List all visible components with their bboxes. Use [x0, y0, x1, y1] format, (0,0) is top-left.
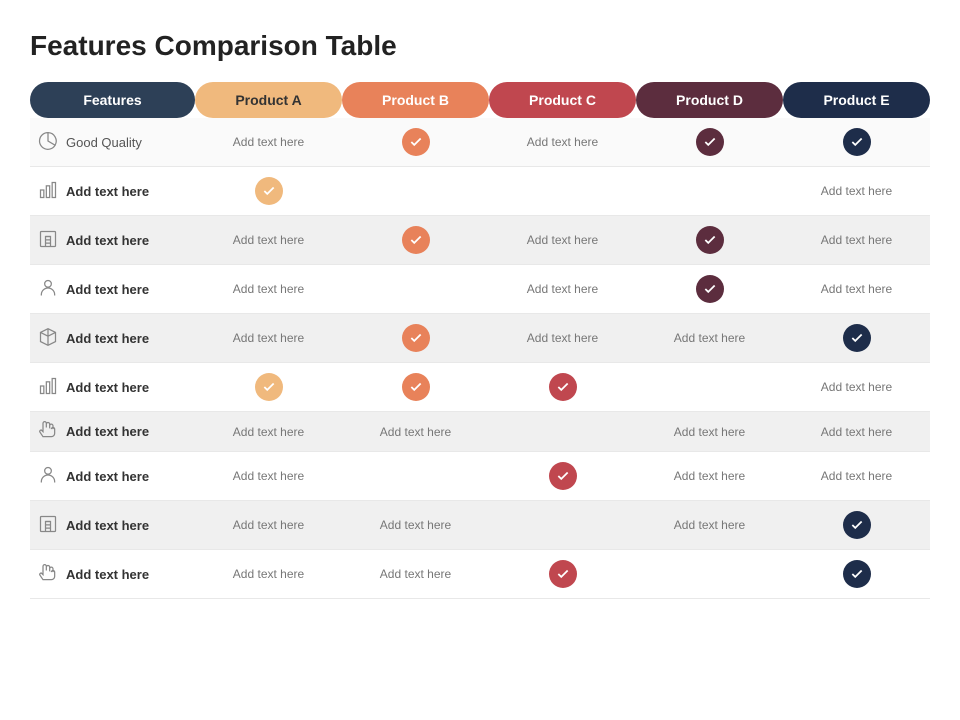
table-cell: Add text here: [783, 265, 930, 314]
table-cell: Add text here: [783, 167, 930, 216]
table-cell: Add text here: [489, 216, 636, 265]
bar-chart-icon: [38, 376, 58, 399]
hand-icon: [38, 563, 58, 586]
pie-chart-icon: [38, 131, 58, 154]
person-icon: [38, 465, 58, 488]
table-cell: Add text here: [195, 118, 342, 167]
header-product-a: Product A: [195, 82, 342, 118]
table-cell: Add text here: [342, 501, 489, 550]
table-cell: Add text here: [195, 412, 342, 452]
table-row: Add text here Add text here: [30, 363, 930, 412]
table-row: Add text here Add text here Add text her…: [30, 452, 930, 501]
feature-label-cell: Add text here: [30, 550, 195, 599]
table-cell: Add text here: [636, 452, 783, 501]
table-cell: [342, 363, 489, 412]
header-features: Features: [30, 82, 195, 118]
table-cell: [783, 118, 930, 167]
table-cell: Add text here: [195, 452, 342, 501]
table-cell: [489, 363, 636, 412]
table-cell: Add text here: [342, 412, 489, 452]
table-cell: [342, 118, 489, 167]
table-cell: [783, 501, 930, 550]
feature-label-cell: Add text here: [30, 501, 195, 550]
table-row: Add text here Add text here Add text her…: [30, 501, 930, 550]
box-icon: [38, 327, 58, 350]
table-cell: [636, 363, 783, 412]
table-row: Add text here Add text here Add text her…: [30, 265, 930, 314]
table-cell: Add text here: [636, 412, 783, 452]
table-cell: Add text here: [195, 501, 342, 550]
header-product-b: Product B: [342, 82, 489, 118]
table-cell: Add text here: [783, 452, 930, 501]
table-cell: Add text here: [195, 265, 342, 314]
building-icon: [38, 514, 58, 537]
table-row: Add text here Add text here Add text her…: [30, 412, 930, 452]
table-cell: [783, 550, 930, 599]
table-cell: [342, 265, 489, 314]
table-cell: [342, 452, 489, 501]
table-cell: [195, 363, 342, 412]
table-cell: [783, 314, 930, 363]
table-row: Add text here Add text here Add text her…: [30, 550, 930, 599]
header-product-d: Product D: [636, 82, 783, 118]
feature-label-cell: Add text here: [30, 452, 195, 501]
feature-label-cell: Add text here: [30, 363, 195, 412]
table-row: Add text here Add text here: [30, 167, 930, 216]
feature-label-cell: Add text here: [30, 167, 195, 216]
table-row: Good Quality Add text here Add text here: [30, 118, 930, 167]
table-cell: [489, 452, 636, 501]
table-cell: Add text here: [489, 265, 636, 314]
header-product-c: Product C: [489, 82, 636, 118]
table-cell: Add text here: [636, 314, 783, 363]
table-cell: [636, 265, 783, 314]
table-cell: [636, 167, 783, 216]
table-cell: [636, 216, 783, 265]
table-cell: [636, 550, 783, 599]
table-cell: [489, 550, 636, 599]
table-row: Add text here Add text here Add text her…: [30, 216, 930, 265]
feature-label-cell: Add text here: [30, 314, 195, 363]
bar-chart-icon: [38, 180, 58, 203]
table-cell: [342, 167, 489, 216]
header-product-e: Product E: [783, 82, 930, 118]
feature-label-cell: Add text here: [30, 265, 195, 314]
table-cell: Add text here: [783, 363, 930, 412]
table-cell: Add text here: [489, 118, 636, 167]
table-cell: Add text here: [783, 412, 930, 452]
feature-label-cell: Add text here: [30, 216, 195, 265]
table-cell: [342, 314, 489, 363]
table-cell: Add text here: [489, 314, 636, 363]
table-cell: [489, 167, 636, 216]
table-cell: [489, 412, 636, 452]
table-cell: Add text here: [783, 216, 930, 265]
table-cell: Add text here: [342, 550, 489, 599]
table-cell: Add text here: [195, 314, 342, 363]
comparison-table: Features Product A Product B Product C P…: [30, 82, 930, 599]
building-icon: [38, 229, 58, 252]
table-cell: [489, 501, 636, 550]
table-cell: [195, 167, 342, 216]
table-cell: Add text here: [636, 501, 783, 550]
hand-icon: [38, 420, 58, 443]
table-row: Add text here Add text here Add text her…: [30, 314, 930, 363]
table-cell: Add text here: [195, 550, 342, 599]
table-cell: [342, 216, 489, 265]
table-cell: [636, 118, 783, 167]
feature-label-cell: Add text here: [30, 412, 195, 452]
table-cell: Add text here: [195, 216, 342, 265]
feature-label-cell: Good Quality: [30, 118, 195, 167]
person-icon: [38, 278, 58, 301]
page-title: Features Comparison Table: [30, 30, 930, 62]
